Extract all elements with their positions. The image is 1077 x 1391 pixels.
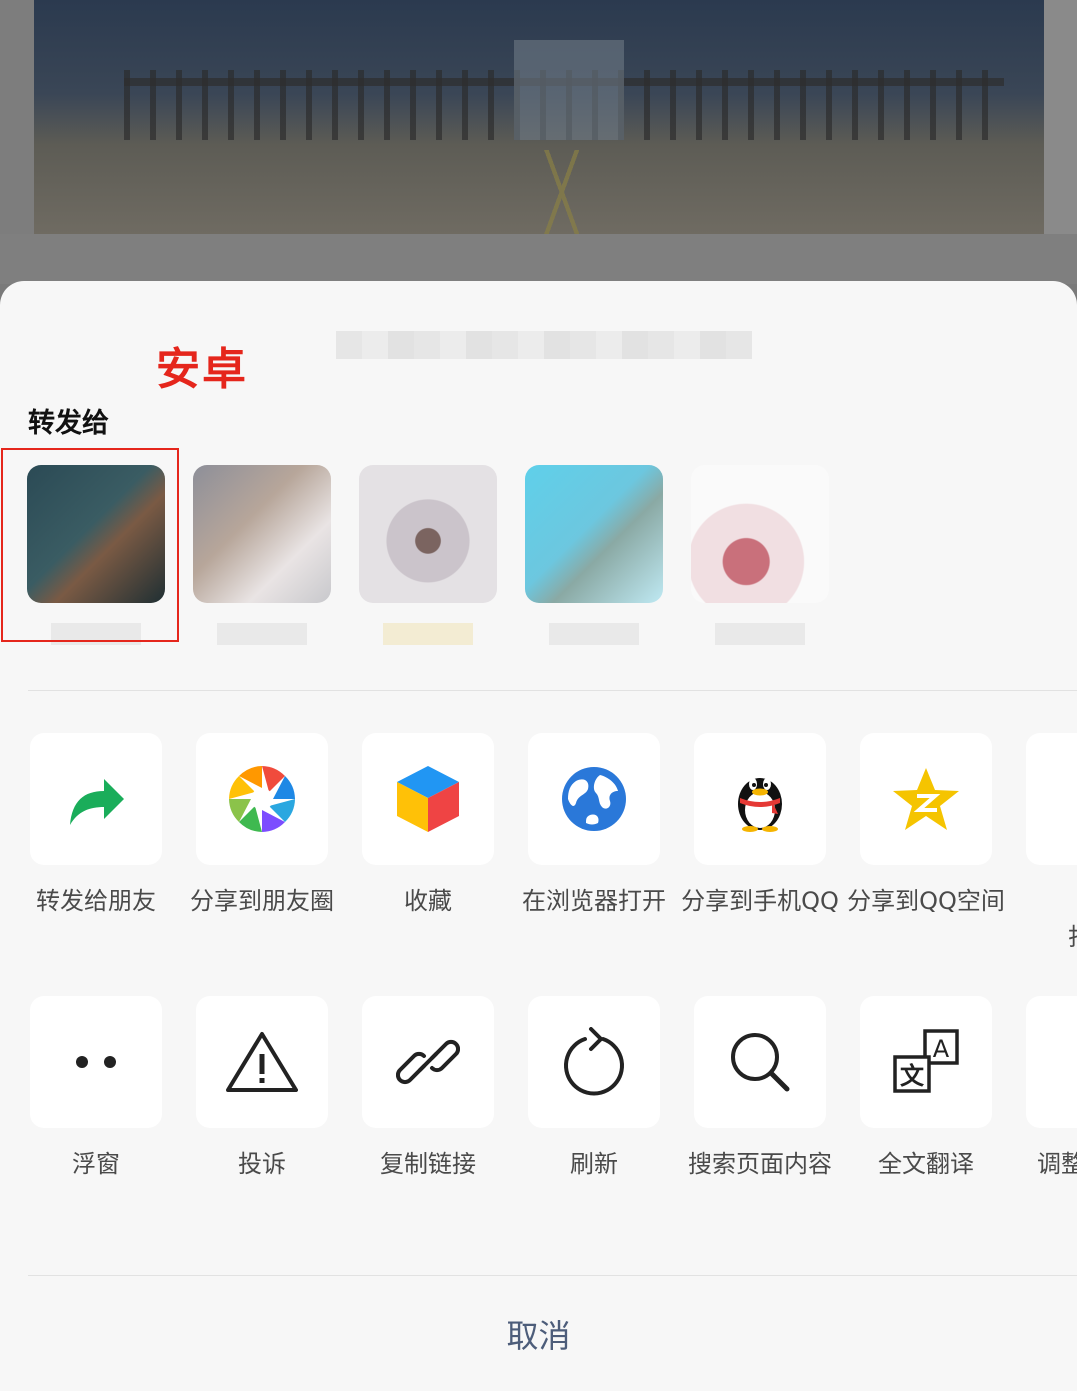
contact-item[interactable]	[193, 465, 331, 645]
forward-to-title: 转发给	[28, 408, 109, 439]
action-label: 全文翻译	[878, 1150, 974, 1178]
warning-triangle-icon	[226, 1032, 298, 1092]
action-label: 搜索页面内容	[688, 1150, 832, 1178]
action-label: 投诉	[238, 1150, 286, 1178]
avatar	[193, 465, 331, 603]
search-page-button[interactable]: 搜索页面内容	[677, 996, 843, 1182]
page-background-bottom	[0, 234, 1077, 284]
action-label: 更 打开	[1009, 883, 1077, 955]
floating-window-button[interactable]: 浮窗	[13, 996, 179, 1182]
cancel-label: 取消	[506, 1316, 571, 1355]
browser-globe-icon	[562, 767, 626, 831]
avatar	[359, 465, 497, 603]
favorite-button[interactable]: 收藏	[345, 733, 511, 919]
contact-item[interactable]	[691, 465, 829, 645]
translate-button[interactable]: A 文 全文翻译	[843, 996, 1009, 1182]
refresh-icon	[564, 1027, 624, 1096]
refresh-button[interactable]: 刷新	[511, 996, 677, 1182]
share-to-qzone-button[interactable]: 分享到QQ空间	[843, 733, 1009, 919]
action-label: 浮窗	[72, 1150, 120, 1178]
contact-name-blurred	[549, 623, 639, 645]
contact-name-blurred	[715, 623, 805, 645]
photo-gate	[514, 40, 624, 140]
link-icon	[396, 1039, 460, 1085]
photo-road	[464, 150, 664, 234]
svg-text:A: A	[933, 1035, 950, 1063]
complain-button[interactable]: 投诉	[179, 996, 345, 1182]
more-open-button[interactable]: 更 打开	[1009, 733, 1077, 955]
annotation-label: 安卓	[156, 344, 248, 395]
svg-text:文: 文	[900, 1062, 925, 1090]
avatar	[691, 465, 829, 603]
blurred-page-title	[336, 331, 752, 359]
adjust-font-button[interactable]: 调整	[1009, 996, 1077, 1182]
contact-item[interactable]	[525, 465, 663, 645]
divider	[28, 690, 1077, 691]
share-to-qq-button[interactable]: 分享到手机QQ	[677, 733, 843, 919]
action-label: 转发给朋友	[36, 887, 156, 915]
open-in-browser-button[interactable]: 在浏览器打开	[511, 733, 677, 919]
cancel-button[interactable]: 取消	[0, 1276, 1077, 1391]
avatar	[525, 465, 663, 603]
moments-aperture-icon	[229, 766, 295, 832]
contact-name-blurred	[217, 623, 307, 645]
contact-item[interactable]	[359, 465, 497, 645]
forward-to-friend-button[interactable]: 转发给朋友	[13, 733, 179, 919]
floating-window-icon	[76, 1056, 116, 1068]
action-label: 分享到手机QQ	[681, 887, 839, 915]
action-label: 分享到朋友圈	[190, 887, 334, 915]
action-label: 在浏览器打开	[522, 887, 666, 915]
qzone-star-icon	[893, 768, 959, 830]
qq-penguin-icon	[738, 778, 782, 832]
forward-arrow-icon	[70, 779, 124, 825]
contact-name-blurred	[383, 623, 473, 645]
search-icon	[731, 1033, 790, 1092]
action-label: 复制链接	[380, 1150, 476, 1178]
action-label: 收藏	[404, 887, 452, 915]
background-photo	[34, 0, 1044, 234]
copy-link-button[interactable]: 复制链接	[345, 996, 511, 1182]
share-to-moments-button[interactable]: 分享到朋友圈	[179, 733, 345, 919]
action-label: 分享到QQ空间	[847, 887, 1005, 915]
action-label: 刷新	[570, 1150, 618, 1178]
annotation-highlight-box	[1, 448, 179, 642]
translate-icon: A 文	[893, 1029, 959, 1093]
favorite-cube-icon	[397, 766, 459, 832]
action-label: 调整	[1037, 1150, 1077, 1178]
